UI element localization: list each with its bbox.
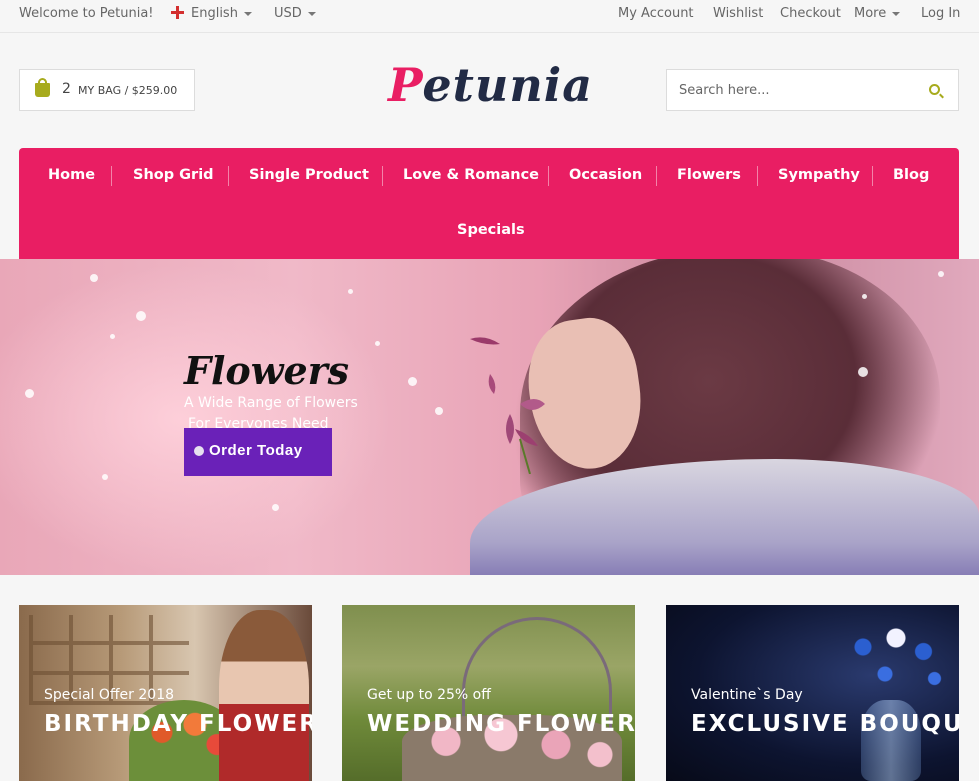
- hero-title: Flowers: [184, 348, 350, 393]
- nav-item-single-product[interactable]: Single Product: [249, 167, 369, 183]
- nav-divider: [548, 166, 549, 186]
- language-label: English: [191, 6, 238, 21]
- nav-divider: [382, 166, 383, 186]
- promo-card-title: BIRTHDAY FLOWERS: [44, 711, 312, 737]
- bokeh-dot: [110, 334, 115, 339]
- nav-divider: [872, 166, 873, 186]
- england-flag-icon: [171, 6, 184, 19]
- more-menu[interactable]: More: [854, 6, 901, 21]
- chevron-down-icon: [243, 11, 252, 16]
- promo-card-subtitle: Special Offer 2018: [44, 687, 175, 703]
- promo-card-subtitle: Valentine`s Day: [691, 687, 803, 703]
- promo-card-subtitle: Get up to 25% off: [367, 687, 491, 703]
- order-today-button[interactable]: Order Today: [184, 428, 332, 476]
- bokeh-dot: [25, 389, 34, 398]
- currency-label: USD: [274, 6, 302, 21]
- chevron-down-icon: [307, 11, 316, 16]
- main-nav: Home Shop Grid Single Product Love & Rom…: [19, 148, 959, 259]
- promo-card-wedding[interactable]: Get up to 25% off WEDDING FLOWERS: [342, 605, 635, 781]
- currency-selector[interactable]: USD: [274, 6, 316, 21]
- bokeh-dot: [938, 271, 944, 277]
- shopping-bag-icon: [35, 78, 50, 97]
- nav-divider: [228, 166, 229, 186]
- bokeh-dot: [102, 474, 108, 480]
- blooms-shape: [841, 620, 951, 710]
- wishlist-link[interactable]: Wishlist: [713, 6, 763, 21]
- logo-rest: etunia: [422, 58, 594, 112]
- cart-label: MY BAG / $259.00: [78, 84, 178, 97]
- nav-item-home[interactable]: Home: [48, 167, 95, 183]
- bokeh-dot: [408, 377, 417, 386]
- search-icon[interactable]: [929, 84, 940, 95]
- bokeh-dot: [375, 341, 380, 346]
- bokeh-dot: [136, 311, 146, 321]
- hero-banner: [0, 259, 979, 575]
- nav-item-sympathy[interactable]: Sympathy: [778, 167, 860, 183]
- nav-item-specials[interactable]: Specials: [457, 222, 525, 238]
- bokeh-dot: [435, 407, 443, 415]
- hero-subtitle-line1: A Wide Range of Flowers: [184, 395, 358, 411]
- nav-item-occasion[interactable]: Occasion: [569, 167, 642, 183]
- chevron-down-icon: [892, 11, 901, 16]
- bokeh-dot: [348, 289, 353, 294]
- checkout-link[interactable]: Checkout: [780, 6, 841, 21]
- login-link[interactable]: Log In: [921, 6, 960, 21]
- nav-item-flowers[interactable]: Flowers: [677, 167, 741, 183]
- cosmos-flower-icon: [470, 337, 545, 474]
- nav-item-blog[interactable]: Blog: [893, 167, 929, 183]
- welcome-text: Welcome to Petunia!: [19, 6, 154, 21]
- florist-shape: [219, 610, 309, 781]
- button-dot-icon: [194, 446, 204, 456]
- nav-item-love-romance[interactable]: Love & Romance: [403, 167, 539, 183]
- nav-divider: [111, 166, 112, 186]
- logo-initial: P: [388, 58, 423, 112]
- promo-card-birthday[interactable]: Special Offer 2018 BIRTHDAY FLOWERS: [19, 605, 312, 781]
- bokeh-dot: [272, 504, 279, 511]
- search-box: [666, 69, 959, 111]
- bokeh-dot: [90, 274, 98, 282]
- nav-divider: [757, 166, 758, 186]
- nav-divider: [656, 166, 657, 186]
- promo-card-bouquet[interactable]: Valentine`s Day EXCLUSIVE BOUQUET: [666, 605, 959, 781]
- more-label: More: [854, 6, 887, 21]
- cart-count: 2: [62, 81, 71, 97]
- order-today-label: Order Today: [209, 442, 303, 459]
- my-account-link[interactable]: My Account: [618, 6, 694, 21]
- site-logo[interactable]: Petunia: [388, 58, 593, 112]
- promo-card-title: EXCLUSIVE BOUQUET: [691, 711, 959, 737]
- nav-item-shop-grid[interactable]: Shop Grid: [133, 167, 214, 183]
- cart-summary[interactable]: 2 MY BAG / $259.00: [19, 69, 195, 111]
- language-selector[interactable]: English: [171, 6, 252, 21]
- promo-card-title: WEDDING FLOWERS: [367, 711, 635, 737]
- top-bar: Welcome to Petunia! English USD My Accou…: [0, 0, 979, 33]
- search-input[interactable]: [679, 80, 909, 100]
- bokeh-dot: [858, 367, 868, 377]
- bokeh-dot: [862, 294, 867, 299]
